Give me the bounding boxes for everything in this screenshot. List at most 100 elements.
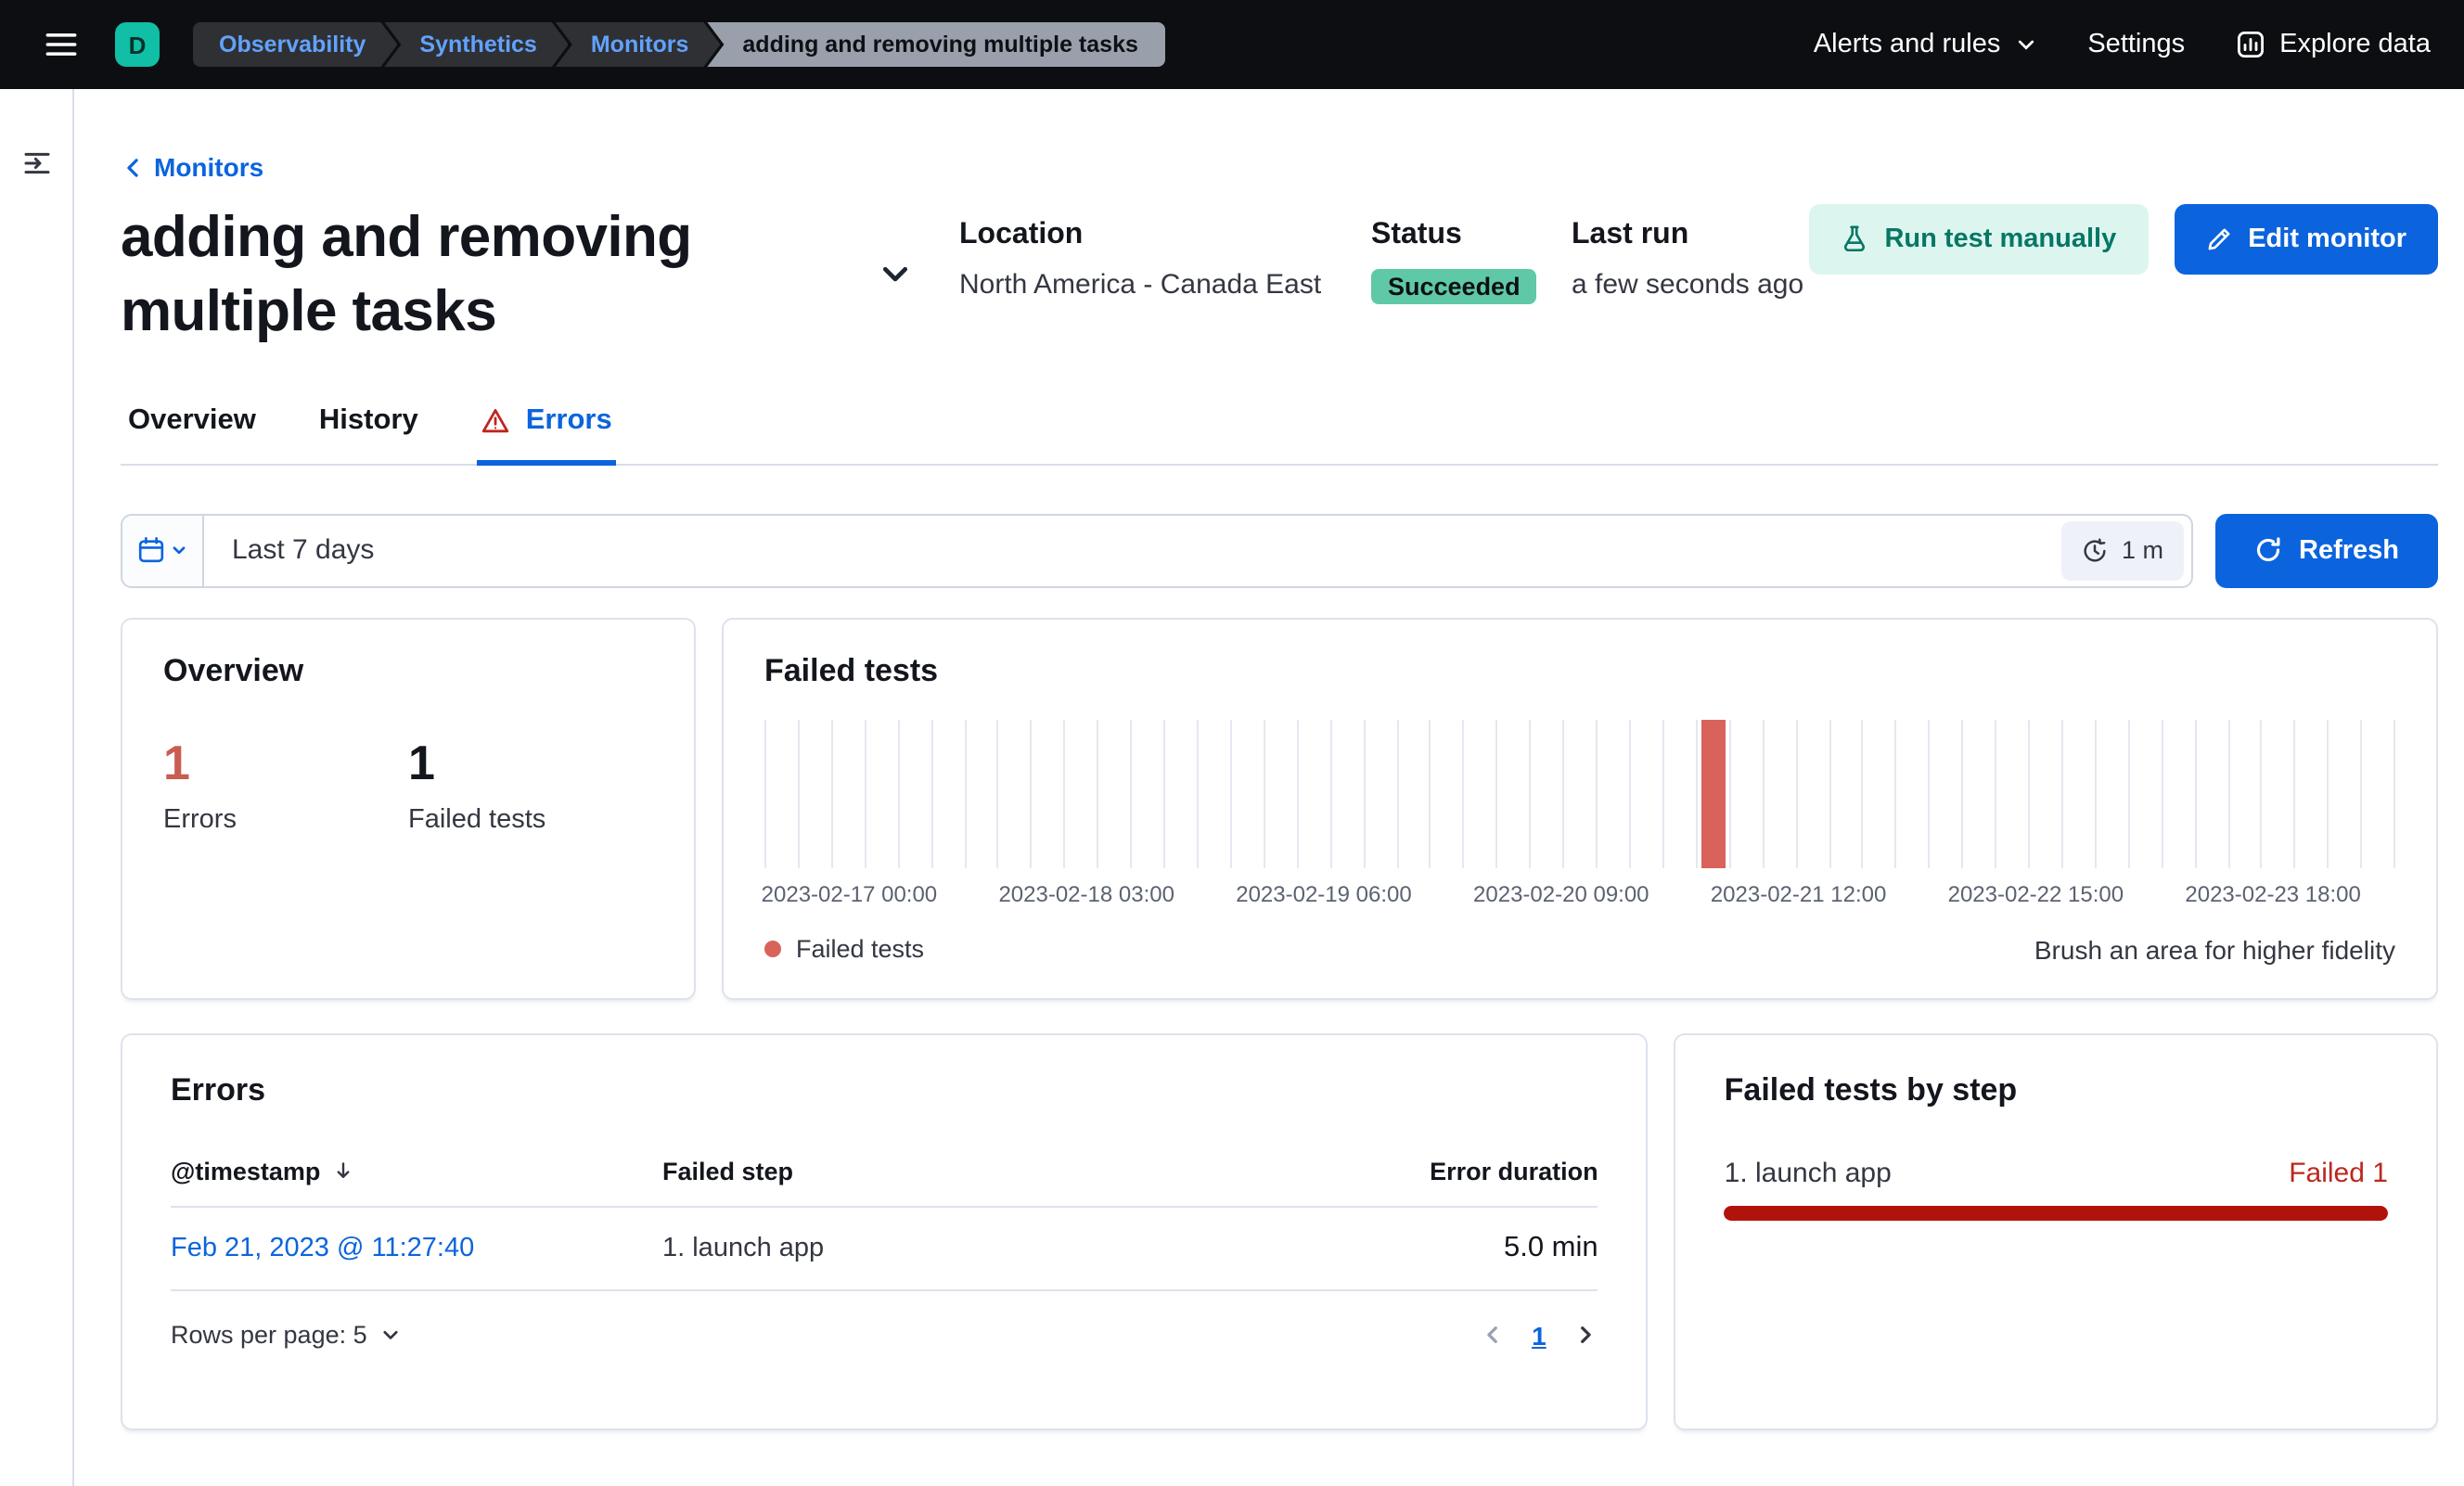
chevron-down-icon [882, 266, 908, 282]
date-range-value[interactable]: Last 7 days [204, 534, 2062, 566]
chart-bucket [2327, 719, 2361, 867]
alerts-and-rules-menu[interactable]: Alerts and rules [1814, 30, 2038, 59]
top-navigation-bar: D Observability Synthetics Monitors addi… [0, 0, 2464, 89]
collapsed-sidebar [0, 89, 74, 1486]
back-link-label: Monitors [154, 152, 264, 182]
tab-overview[interactable]: Overview [124, 392, 260, 463]
chart-bucket [1628, 719, 1662, 867]
chart-bucket [2194, 719, 2227, 867]
x-axis-tick: 2023-02-17 00:00 [761, 880, 938, 906]
x-axis-tick: 2023-02-19 06:00 [1236, 880, 1412, 906]
last-run-meta: Last run a few seconds ago [1572, 218, 1803, 348]
chart-bucket [1995, 719, 2028, 867]
date-filter-bar: Last 7 days 1 m Refresh [121, 513, 2438, 587]
breadcrumb-synthetics[interactable]: Synthetics [384, 22, 568, 67]
chart-bucket [2127, 719, 2162, 867]
error-timestamp-link[interactable]: Feb 21, 2023 @ 11:27:40 [171, 1233, 474, 1262]
column-header-failed-step: Failed step [662, 1157, 794, 1185]
space-avatar[interactable]: D [115, 22, 160, 67]
timestamp-column-label: @timestamp [171, 1157, 321, 1185]
page-actions: Run test manually Edit monitor [1808, 203, 2438, 348]
chevron-down-icon [173, 546, 186, 555]
settings-link[interactable]: Settings [2087, 30, 2185, 59]
x-axis-tick: 2023-02-21 12:00 [1710, 880, 1887, 906]
monitor-select-dropdown[interactable] [878, 256, 913, 291]
step-failed-count: Failed 1 [2289, 1157, 2388, 1188]
step-label: 1. launch app [1724, 1157, 1892, 1188]
x-axis-tick: 2023-02-22 15:00 [1947, 880, 2124, 906]
failed-tests-count-label: Failed tests [408, 804, 546, 834]
column-header-error-duration: Error duration [1430, 1157, 1598, 1185]
explore-data-label: Explore data [2279, 30, 2431, 59]
refresh-icon [2256, 537, 2280, 562]
sort-descending-icon [336, 1162, 349, 1178]
next-page-button[interactable] [1574, 1323, 1598, 1347]
breadcrumb-observability[interactable]: Observability [193, 22, 397, 67]
chart-bucket [1928, 719, 1962, 867]
failed-tests-count: 1 [408, 734, 435, 789]
explore-data-link[interactable]: Explore data [2235, 30, 2431, 59]
refresh-button[interactable]: Refresh [2215, 513, 2438, 587]
chart-bucket [1063, 719, 1097, 867]
brush-hint: Brush an area for higher fidelity [2034, 934, 2395, 964]
failed-tests-chart[interactable] [764, 719, 2395, 867]
chart-bucket [1163, 719, 1197, 867]
failed-step-cell: 1. launch app [662, 1233, 825, 1262]
errors-card: Errors @timestamp Failed step Error dura… [121, 1032, 1649, 1429]
table-row: Feb 21, 2023 @ 11:27:40 1. launch app 5.… [171, 1207, 1598, 1290]
chart-bucket [1329, 719, 1363, 867]
tab-history-label: History [318, 404, 418, 435]
chart-bucket [1296, 719, 1330, 867]
chevron-left-icon [1486, 1326, 1496, 1343]
pagination: 1 [1480, 1320, 1598, 1350]
page-header: adding and removing multiple tasks Locat… [121, 199, 2438, 348]
legend-dot-icon [764, 941, 781, 957]
failed-tests-card: Failed tests 2023-02-17 00:00 2023-02-18 … [722, 617, 2438, 999]
chevron-left-icon [127, 158, 138, 176]
breadcrumb-monitors[interactable]: Monitors [556, 22, 721, 67]
errors-count: 1 [163, 734, 190, 789]
chevron-down-icon [383, 1330, 398, 1339]
back-to-monitors-link[interactable]: Monitors [121, 152, 263, 182]
chart-bucket [1495, 719, 1530, 867]
errors-card-title: Errors [171, 1071, 266, 1107]
chart-bucket [1462, 719, 1496, 867]
status-meta: Status Succeeded [1371, 218, 1572, 348]
errors-table-footer: Rows per page: 5 1 [171, 1320, 1598, 1350]
location-label: Location [959, 218, 1084, 250]
failed-tests-card-title: Failed tests [764, 652, 939, 687]
chart-bucket [1961, 719, 1995, 867]
flask-icon [1843, 225, 1865, 252]
chart-bucket [1363, 719, 1396, 867]
settings-label: Settings [2087, 30, 2186, 59]
calendar-icon [138, 536, 164, 563]
chart-bucket [1562, 719, 1596, 867]
step-progress-bar [1724, 1205, 2388, 1220]
chart-bucket [1795, 719, 1829, 867]
run-test-manually-button[interactable]: Run test manually [1808, 203, 2149, 274]
column-header-timestamp[interactable]: @timestamp [171, 1157, 662, 1185]
failed-test-bar [1695, 719, 1729, 867]
errors-table-header: @timestamp Failed step Error duration [171, 1157, 1598, 1207]
chart-bucket [2094, 719, 2128, 867]
tab-errors[interactable]: Errors [477, 392, 616, 465]
edit-monitor-label: Edit monitor [2248, 224, 2406, 253]
failed-tests-stat: 1 Failed tests [408, 734, 653, 834]
chart-bucket [2028, 719, 2061, 867]
date-quick-select-button[interactable] [122, 515, 204, 585]
legend-item-failed-tests[interactable]: Failed tests [764, 935, 924, 963]
edit-monitor-button[interactable]: Edit monitor [2174, 203, 2438, 274]
rows-per-page-selector[interactable]: Rows per page: 5 [171, 1321, 401, 1349]
page-number-1[interactable]: 1 [1532, 1320, 1546, 1350]
alerts-and-rules-label: Alerts and rules [1813, 30, 2001, 59]
legend-label: Failed tests [796, 935, 925, 963]
main-menu-button[interactable] [33, 17, 89, 72]
chart-bucket [1429, 719, 1463, 867]
chart-bucket [2060, 719, 2095, 867]
sidebar-expand-button[interactable] [14, 141, 58, 186]
warning-triangle-icon [482, 409, 509, 433]
tab-history[interactable]: History [315, 392, 422, 463]
previous-page-button[interactable] [1480, 1323, 1504, 1347]
chart-bucket [864, 719, 898, 867]
super-date-picker: Last 7 days 1 m [121, 513, 2193, 587]
